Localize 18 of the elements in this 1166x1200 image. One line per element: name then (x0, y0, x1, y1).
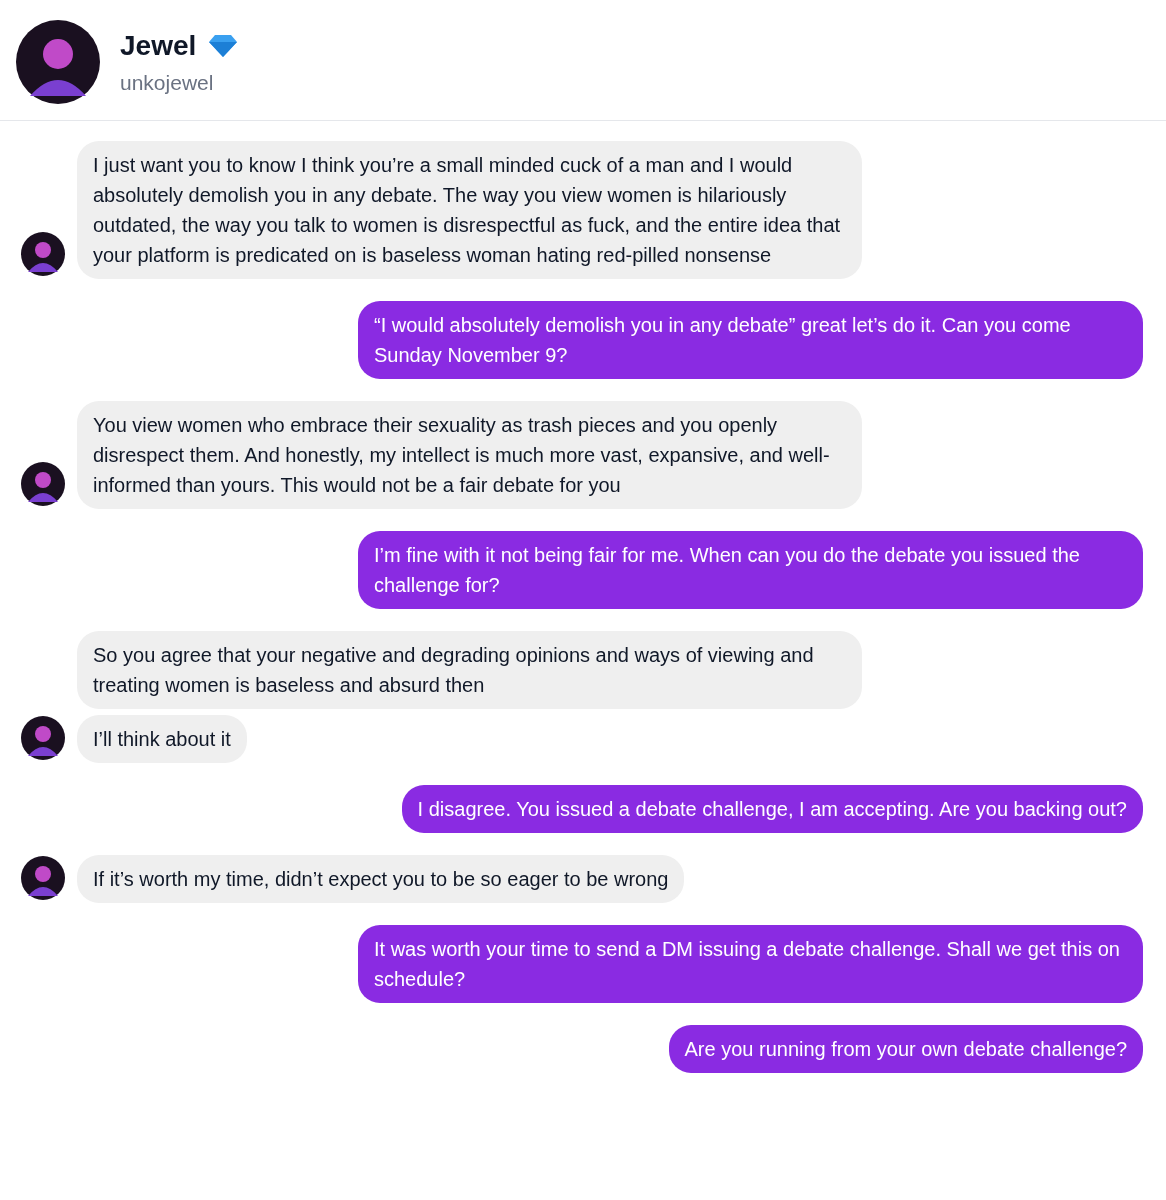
avatar[interactable] (21, 462, 65, 506)
profile-avatar[interactable] (16, 20, 100, 104)
avatar[interactable] (21, 856, 65, 900)
message-bubble: So you agree that your negative and degrading opinions and ways of viewing and treating women is baseless and absurd then (77, 631, 862, 709)
message-bubble: “I would absolutely demolish you in any debate” great let’s do it. Can you come Sunday November 9? (358, 301, 1143, 379)
message-bubble: It was worth your time to send a DM issuing a debate challenge. Shall we get this on schedule? (358, 925, 1143, 1003)
message-bubble: I’m fine with it not being fair for me. When can you do the debate you issued the challenge for? (358, 531, 1143, 609)
message-bubble: Are you running from your own debate challenge? (668, 1025, 1143, 1073)
profile-name: Jewel (120, 29, 197, 64)
message-bubble: You view women who embrace their sexuality as trash pieces and you openly disrespect them. And honestly, my intellect is much more vast, expansive, and well-informed than yours. This would not be a fair debate for you (77, 401, 862, 509)
message-bubble: I just want you to know I think you’re a small minded cuck of a man and I would absolutely demolish you in any debate. The way you view women is hilariously outdated, the way you talk to women is disrespectful as fuck, and the entire idea that your platform is predicated on is baseless woman hating red-pilled nonsense (77, 141, 862, 279)
avatar[interactable] (21, 716, 65, 760)
message-bubble: If it’s worth my time, didn’t expect you to be so eager to be wrong (77, 855, 685, 903)
avatar[interactable] (21, 232, 65, 276)
message-bubble: I’ll think about it (77, 715, 247, 763)
diamond-icon (208, 34, 239, 59)
message-bubble: I disagree. You issued a debate challenge, I am accepting. Are you backing out? (401, 785, 1143, 833)
username: unkojewel (120, 70, 215, 97)
